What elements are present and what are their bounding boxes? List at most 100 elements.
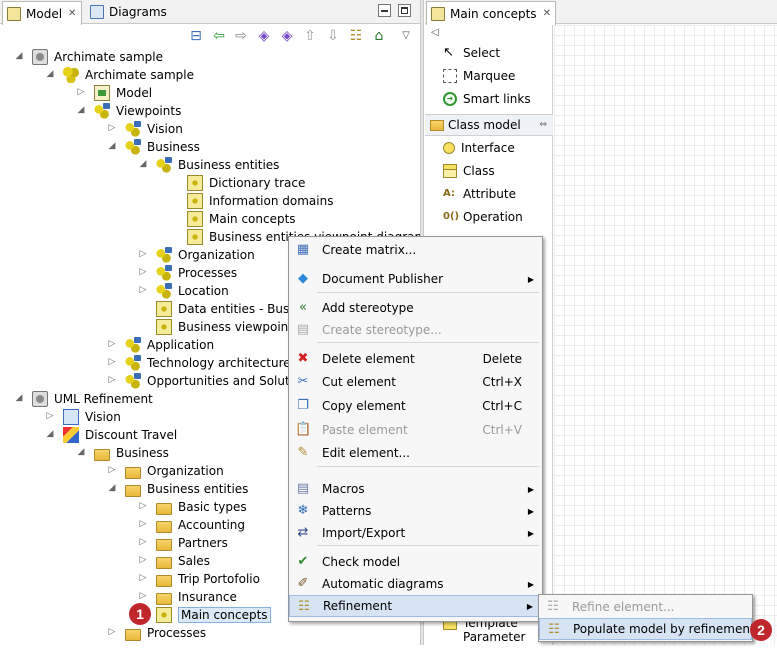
context-menu-item[interactable]: ◆ Document Publisher ▶ <box>289 268 542 290</box>
palette-collapse-icon[interactable]: ◁ <box>431 27 439 38</box>
tree-item[interactable]: Insurance <box>156 588 237 606</box>
tree-item[interactable]: Processes <box>156 264 237 282</box>
context-menu-item[interactable]: ✖ Delete element Delete <box>289 348 542 370</box>
expanded-arrow-icon[interactable]: ◢ <box>107 483 117 493</box>
expanded-arrow-icon[interactable]: ◢ <box>107 141 117 151</box>
context-menu-item[interactable]: ❐ Copy element Ctrl+C <box>289 395 542 417</box>
tab-diagrams[interactable]: Diagrams <box>86 1 171 23</box>
tree-item[interactable]: Business entities <box>125 480 248 498</box>
context-menu-item[interactable]: ☷ Refinement ▶ <box>289 595 542 617</box>
palette-item-operation[interactable]: 0() Operation <box>425 206 553 228</box>
down-arrow-icon[interactable]: ⇩ <box>325 28 341 44</box>
palette-group-collapse-icon[interactable]: ⇔ <box>539 120 547 130</box>
tree-item[interactable]: Accounting <box>156 516 245 534</box>
expanded-arrow-icon[interactable]: ◢ <box>14 51 24 61</box>
context-menu-item[interactable]: ✐ Automatic diagrams ▶ <box>289 573 542 595</box>
diagram-canvas[interactable] <box>554 25 777 645</box>
expanded-arrow-icon[interactable]: ◢ <box>138 159 148 169</box>
collapsed-arrow-icon[interactable]: ▷ <box>107 375 117 385</box>
palette-tool-marquee[interactable]: Marquee <box>425 65 553 87</box>
link-right-icon[interactable]: ◈ <box>279 28 295 44</box>
tree-item[interactable]: Main concepts <box>187 210 296 228</box>
expanded-arrow-icon[interactable]: ◢ <box>45 429 55 439</box>
submenu-item[interactable]: ☷ Refine element... <box>539 596 752 618</box>
hierarchy-icon[interactable]: ☷ <box>348 28 364 44</box>
palette-item-class[interactable]: Class <box>425 160 553 182</box>
collapsed-arrow-icon[interactable]: ▷ <box>107 627 117 637</box>
collapsed-arrow-icon[interactable]: ▷ <box>138 573 148 583</box>
tree-item[interactable]: Sales <box>156 552 210 570</box>
tree-item[interactable]: Partners <box>156 534 228 552</box>
collapsed-arrow-icon[interactable]: ▷ <box>138 285 148 295</box>
collapsed-arrow-icon[interactable]: ▷ <box>138 267 148 277</box>
context-menu-item[interactable]: ▤ Create stereotype... <box>289 319 542 341</box>
context-menu-item[interactable]: ▤ Macros ▶ <box>289 478 542 500</box>
forward-arrow-icon[interactable]: ⇨ <box>233 28 249 44</box>
close-icon[interactable]: ✕ <box>68 8 76 19</box>
palette-group-class-model[interactable]: Class model ⇔ <box>425 114 553 136</box>
tree-item[interactable]: Vision <box>63 408 121 426</box>
tab-main-concepts[interactable]: Main concepts ✕ <box>426 1 556 25</box>
collapsed-arrow-icon[interactable]: ▷ <box>107 357 117 367</box>
tree-item[interactable]: Main concepts <box>156 606 271 624</box>
tree-item[interactable]: Opportunities and Solutions <box>125 372 314 390</box>
tree-item[interactable]: Dictionary trace <box>187 174 305 192</box>
context-menu-item[interactable]: ✔ Check model <box>289 551 542 573</box>
tree-item[interactable]: Processes <box>125 624 206 642</box>
tree-item[interactable]: Organization <box>156 246 255 264</box>
tree-item[interactable]: UML Refinement <box>32 390 153 408</box>
tree-item[interactable]: Information domains <box>187 192 333 210</box>
context-menu-item[interactable]: ▦ Create matrix... <box>289 239 542 261</box>
context-menu-item[interactable]: « Add stereotype <box>289 297 542 319</box>
tree-item[interactable]: Viewpoints <box>94 102 181 120</box>
collapsed-arrow-icon[interactable]: ▷ <box>138 537 148 547</box>
minimize-button[interactable] <box>378 4 391 17</box>
tree-item[interactable]: Model <box>94 84 152 102</box>
palette-item-attribute[interactable]: A: Attribute <box>425 183 553 205</box>
tree-item[interactable]: Application <box>125 336 214 354</box>
expanded-arrow-icon[interactable]: ◢ <box>45 69 55 79</box>
collapsed-arrow-icon[interactable]: ▷ <box>107 465 117 475</box>
view-menu-icon[interactable]: ▽ <box>398 28 414 44</box>
collapsed-arrow-icon[interactable]: ▷ <box>76 87 86 97</box>
collapse-all-icon[interactable]: ⊟ <box>188 28 204 44</box>
collapsed-arrow-icon[interactable]: ▷ <box>138 249 148 259</box>
collapsed-arrow-icon[interactable]: ▷ <box>107 339 117 349</box>
context-menu-item[interactable]: ⇄ Import/Export ▶ <box>289 522 542 544</box>
tree-item[interactable]: Business <box>94 444 169 462</box>
tree-item[interactable]: Organization <box>125 462 224 480</box>
collapsed-arrow-icon[interactable]: ▷ <box>107 123 117 133</box>
tree-item[interactable]: Business entities <box>156 156 279 174</box>
collapsed-arrow-icon[interactable]: ▷ <box>138 501 148 511</box>
close-icon[interactable]: ✕ <box>543 8 551 19</box>
collapsed-arrow-icon[interactable]: ▷ <box>138 555 148 565</box>
back-arrow-icon[interactable]: ⇦ <box>211 28 227 44</box>
expanded-arrow-icon[interactable]: ◢ <box>76 105 86 115</box>
palette-tool-smart-links[interactable]: ➜ Smart links <box>425 88 553 110</box>
collapsed-arrow-icon[interactable]: ▷ <box>138 591 148 601</box>
expanded-arrow-icon[interactable]: ◢ <box>14 393 24 403</box>
tree-item[interactable]: Archimate sample <box>32 48 163 66</box>
context-menu-item[interactable]: 📋 Paste element Ctrl+V <box>289 419 542 441</box>
tree-item[interactable]: Discount Travel <box>63 426 177 444</box>
link-left-icon[interactable]: ◈ <box>256 28 272 44</box>
tree-item[interactable]: Trip Portofolio <box>156 570 260 588</box>
home-icon[interactable]: ⌂ <box>371 28 387 44</box>
tree-item[interactable]: Archimate sample <box>63 66 194 84</box>
context-menu-item[interactable]: ✂ Cut element Ctrl+X <box>289 371 542 393</box>
tree-item[interactable]: Business <box>125 138 200 156</box>
tree-item[interactable]: Location <box>156 282 229 300</box>
maximize-button[interactable] <box>398 4 411 17</box>
tree-item[interactable]: Technology architecture <box>125 354 291 372</box>
tab-model[interactable]: Model ✕ <box>2 1 82 25</box>
palette-tool-select[interactable]: ↖ Select <box>425 42 553 64</box>
context-menu-item[interactable]: ❄ Patterns ▶ <box>289 500 542 522</box>
palette-item-interface[interactable]: Interface <box>425 137 553 159</box>
tree-item[interactable]: Basic types <box>156 498 247 516</box>
collapsed-arrow-icon[interactable]: ▷ <box>138 519 148 529</box>
context-menu-item[interactable]: ✎ Edit element... <box>289 442 542 464</box>
collapsed-arrow-icon[interactable]: ▷ <box>45 411 55 421</box>
up-arrow-icon[interactable]: ⇧ <box>302 28 318 44</box>
tree-item[interactable]: Vision <box>125 120 183 138</box>
submenu-item[interactable]: ☷ Populate model by refinement... <box>539 618 766 640</box>
